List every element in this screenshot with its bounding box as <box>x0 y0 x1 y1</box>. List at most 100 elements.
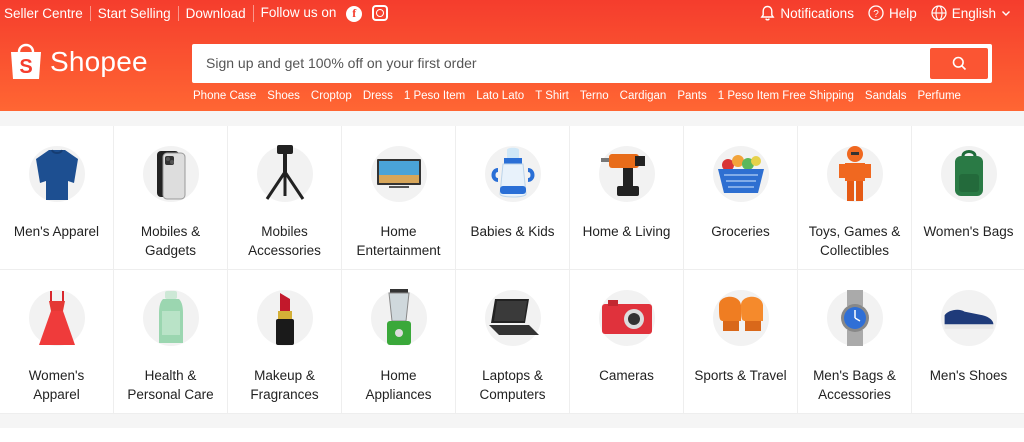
keyword-link[interactable]: Shoes <box>267 90 300 102</box>
keyword-link[interactable]: Phone Case <box>193 90 256 102</box>
top-navbar: Seller Centre Start Selling Download Fol… <box>0 0 1024 28</box>
tv-icon <box>371 146 427 202</box>
help-icon: ? <box>868 5 884 21</box>
category-label: Laptops & Computers <box>479 368 546 402</box>
category-item[interactable]: Makeup & Fragrances <box>228 270 342 414</box>
top-navbar-right: Notifications ? Help English <box>746 5 1011 21</box>
notifications-label: Notifications <box>780 5 854 21</box>
category-label: Sports & Travel <box>694 368 787 383</box>
category-label: Babies & Kids <box>470 224 555 239</box>
search-bar: Sign up and get 100% off on your first o… <box>192 44 992 83</box>
category-item[interactable]: Sports & Travel <box>684 270 798 414</box>
category-item[interactable]: Women's Apparel <box>0 270 114 414</box>
sweater-icon <box>29 146 85 202</box>
toy-figure-icon <box>827 146 883 202</box>
facebook-icon[interactable]: f <box>346 5 363 22</box>
category-label: Makeup & Fragrances <box>250 368 319 402</box>
keyword-link[interactable]: Cardigan <box>620 90 667 102</box>
category-item[interactable]: Babies & Kids <box>456 126 570 270</box>
language-label: English <box>951 5 996 21</box>
category-item[interactable]: Women's Bags <box>912 126 1024 270</box>
category-label: Home Appliances <box>365 368 432 402</box>
chevron-down-icon <box>1001 8 1011 18</box>
keyword-link[interactable]: Lato Lato <box>476 90 524 102</box>
drill-icon <box>599 146 655 202</box>
shoe-icon <box>941 290 997 346</box>
page-footer-strip <box>0 414 1024 442</box>
smartphone-icon <box>143 146 199 202</box>
category-item[interactable]: Men's Shoes <box>912 270 1024 414</box>
category-label: Women's Apparel <box>28 368 85 402</box>
keyword-link[interactable]: Dress <box>363 90 393 102</box>
category-label: Toys, Games & Collectibles <box>808 224 901 258</box>
category-item[interactable]: Laptops & Computers <box>456 270 570 414</box>
category-label: Home & Living <box>582 224 671 239</box>
lotion-bottle-icon <box>143 290 199 346</box>
keyword-link[interactable]: 1 Peso Item Free Shipping <box>718 90 854 102</box>
category-item[interactable]: Health & Personal Care <box>114 270 228 414</box>
search-icon <box>952 56 966 71</box>
boxing-glove-icon <box>713 290 769 346</box>
help-link[interactable]: ? Help <box>868 5 917 21</box>
follow-us-label: Follow us on <box>260 5 337 20</box>
globe-icon <box>931 5 947 21</box>
blender-icon <box>371 289 427 346</box>
category-label: Cameras <box>599 368 654 383</box>
category-label: Groceries <box>711 224 770 239</box>
keyword-link[interactable]: Pants <box>677 90 706 102</box>
help-label: Help <box>888 5 917 21</box>
grocery-basket-icon <box>713 146 769 202</box>
backpack-icon <box>941 146 997 202</box>
tripod-icon <box>257 145 313 202</box>
category-item[interactable]: Cameras <box>570 270 684 414</box>
camera-icon <box>599 290 655 346</box>
top-navbar-left: Seller Centre Start Selling Download Fol… <box>4 5 395 22</box>
seller-centre-link[interactable]: Seller Centre <box>4 6 90 21</box>
category-item[interactable]: Groceries <box>684 126 798 270</box>
keyword-link[interactable]: 1 Peso Item <box>404 90 465 102</box>
search-button[interactable] <box>930 48 988 79</box>
keyword-link[interactable]: Perfume <box>917 90 960 102</box>
watch-icon <box>827 290 883 346</box>
category-label: Health & Personal Care <box>127 368 214 402</box>
keyword-link[interactable]: Sandals <box>865 90 907 102</box>
header: Seller Centre Start Selling Download Fol… <box>0 0 1024 111</box>
category-item[interactable]: Home & Living <box>570 126 684 270</box>
category-item[interactable]: Men's Apparel <box>0 126 114 270</box>
search-input[interactable]: Sign up and get 100% off on your first o… <box>206 55 477 71</box>
baby-bottle-icon <box>485 146 541 202</box>
category-grid: Men's Apparel Mobiles & Gadgets Mobiles … <box>0 126 1024 414</box>
category-label: Women's Bags <box>923 224 1014 239</box>
category-label: Men's Bags & Accessories <box>813 368 896 402</box>
dress-icon <box>29 290 85 346</box>
brand-name: Shopee <box>50 46 148 77</box>
category-item[interactable]: Home Appliances <box>342 270 456 414</box>
shopping-bag-logo-icon: S <box>11 43 41 79</box>
notifications-link[interactable]: Notifications <box>760 5 854 21</box>
category-label: Home Entertainment <box>356 224 441 258</box>
category-item[interactable]: Home Entertainment <box>342 126 456 270</box>
category-item[interactable]: Mobiles & Gadgets <box>114 126 228 270</box>
lipstick-icon <box>257 290 313 346</box>
download-link[interactable]: Download <box>177 5 253 21</box>
category-label: Mobiles Accessories <box>248 224 321 258</box>
svg-text:?: ? <box>873 9 879 20</box>
svg-text:S: S <box>19 56 32 78</box>
bell-icon <box>760 5 775 21</box>
start-selling-link[interactable]: Start Selling <box>89 5 178 21</box>
laptop-icon <box>485 290 541 346</box>
category-item[interactable]: Toys, Games & Collectibles <box>798 126 912 270</box>
language-selector[interactable]: English <box>931 5 1011 21</box>
keyword-link[interactable]: Terno <box>580 90 609 102</box>
shopee-logo[interactable]: S Shopee <box>8 42 148 82</box>
keyword-link[interactable]: T Shirt <box>535 90 569 102</box>
follow-us: Follow us on f <box>252 5 395 22</box>
category-label: Men's Apparel <box>13 224 100 239</box>
category-item[interactable]: Men's Bags & Accessories <box>798 270 912 414</box>
search-suggestions: Phone Case Shoes Croptop Dress 1 Peso It… <box>193 90 972 102</box>
keyword-link[interactable]: Croptop <box>311 90 352 102</box>
category-label: Men's Shoes <box>929 368 1008 383</box>
category-label: Mobiles & Gadgets <box>140 224 201 258</box>
instagram-icon[interactable] <box>371 5 388 21</box>
category-item[interactable]: Mobiles Accessories <box>228 126 342 270</box>
